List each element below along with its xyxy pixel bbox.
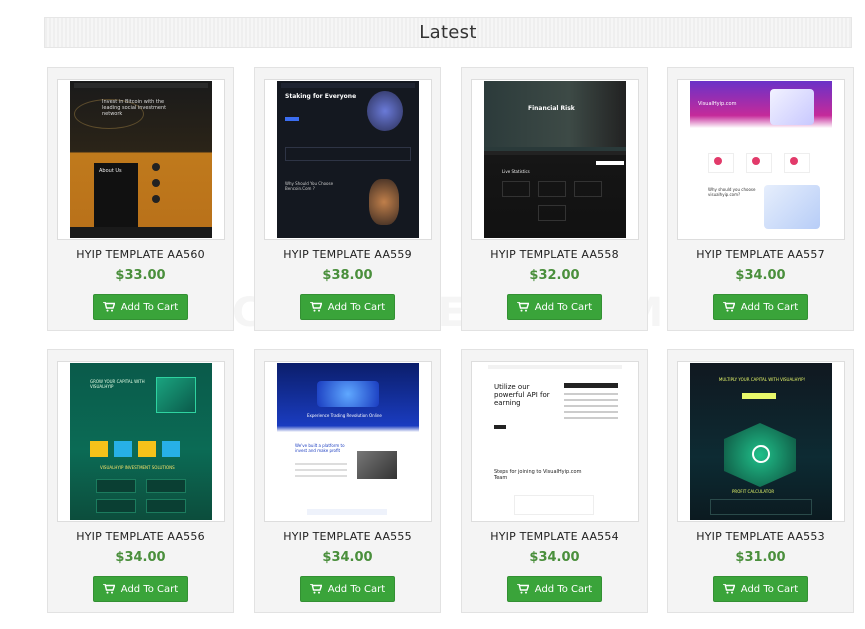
product-name[interactable]: HYIP TEMPLATE AA558 (462, 248, 647, 261)
template-preview-image: VisualHyip.com Why should you choose vis… (690, 81, 832, 238)
product-price: $34.00 (735, 268, 786, 283)
product-name[interactable]: HYIP TEMPLATE AA557 (668, 248, 853, 261)
product-name[interactable]: HYIP TEMPLATE AA555 (255, 530, 440, 543)
product-card-aa557: VisualHyip.com Why should you choose vis… (667, 67, 854, 331)
product-price: $34.00 (322, 550, 373, 565)
template-preview-image: Experience Trading Revolution Online We'… (277, 363, 419, 520)
thumb-subheadline: About Us (99, 168, 122, 174)
shopping-cart-icon (722, 302, 735, 312)
add-to-cart-button[interactable]: Add To Cart (507, 576, 602, 602)
add-to-cart-button[interactable]: Add To Cart (300, 576, 395, 602)
thumb-headline: GROW YOUR CAPITAL WITH VISUALHYIP (90, 379, 145, 389)
product-name[interactable]: HYIP TEMPLATE AA560 (48, 248, 233, 261)
product-price: $38.00 (322, 268, 373, 283)
template-preview-image: MULTIPLY YOUR CAPITAL WITH VISUALHYIP! P… (690, 363, 832, 520)
section-title: Latest (419, 22, 477, 43)
thumb-subheadline: Why should you choose visualhyip.com? (708, 187, 756, 197)
add-to-cart-label: Add To Cart (327, 301, 386, 313)
product-thumbnail[interactable]: Experience Trading Revolution Online We'… (264, 361, 432, 522)
product-name[interactable]: HYIP TEMPLATE AA553 (668, 530, 853, 543)
thumb-headline: VisualHyip.com (698, 101, 737, 107)
product-price: $31.00 (735, 550, 786, 565)
template-preview-image: Staking for Everyone Why Should You Choo… (277, 81, 419, 238)
product-thumbnail[interactable]: Invest in Bitcoin with the leading socia… (57, 79, 225, 240)
product-thumbnail[interactable]: Financial Risk Live Statistics (471, 79, 639, 240)
thumb-headline: Invest in Bitcoin with the leading socia… (102, 99, 167, 117)
thumb-subheadline: Steps for joining to VisualHyip.com Team (494, 469, 582, 481)
product-thumbnail[interactable]: Staking for Everyone Why Should You Choo… (264, 79, 432, 240)
thumb-headline: MULTIPLY YOUR CAPITAL WITH VISUALHYIP! (718, 377, 806, 382)
shopping-cart-icon (102, 302, 115, 312)
product-thumbnail[interactable]: Utilize our powerful API for earning Ste… (471, 361, 639, 522)
product-card-aa554: Utilize our powerful API for earning Ste… (461, 349, 648, 613)
product-card-aa555: Experience Trading Revolution Online We'… (254, 349, 441, 613)
add-to-cart-button[interactable]: Add To Cart (93, 576, 188, 602)
template-preview-image: GROW YOUR CAPITAL WITH VISUALHYIP VISUAL… (70, 363, 212, 520)
shopping-cart-icon (309, 584, 322, 594)
template-preview-image: Utilize our powerful API for earning Ste… (484, 363, 626, 520)
product-price: $32.00 (529, 268, 580, 283)
thumb-subheadline: We've built a platform to invest and mak… (295, 443, 345, 453)
thumb-subheadline: PROFIT CALCULATOR (732, 489, 775, 494)
add-to-cart-label: Add To Cart (740, 301, 799, 313)
add-to-cart-label: Add To Cart (534, 301, 593, 313)
product-name[interactable]: HYIP TEMPLATE AA556 (48, 530, 233, 543)
thumb-headline: Financial Risk (528, 105, 575, 112)
add-to-cart-label: Add To Cart (534, 583, 593, 595)
product-card-aa553: MULTIPLY YOUR CAPITAL WITH VISUALHYIP! P… (667, 349, 854, 613)
product-name[interactable]: HYIP TEMPLATE AA559 (255, 248, 440, 261)
template-preview-image: Invest in Bitcoin with the leading socia… (70, 81, 212, 238)
add-to-cart-label: Add To Cart (327, 583, 386, 595)
thumb-headline: Utilize our powerful API for earning (494, 383, 550, 407)
product-card-aa559: Staking for Everyone Why Should You Choo… (254, 67, 441, 331)
product-card-aa556: GROW YOUR CAPITAL WITH VISUALHYIP VISUAL… (47, 349, 234, 613)
add-to-cart-button[interactable]: Add To Cart (300, 294, 395, 320)
shopping-cart-icon (309, 302, 322, 312)
thumb-headline: Staking for Everyone (285, 93, 357, 100)
template-preview-image: Financial Risk Live Statistics (484, 81, 626, 238)
add-to-cart-button[interactable]: Add To Cart (713, 294, 808, 320)
shopping-cart-icon (722, 584, 735, 594)
add-to-cart-button[interactable]: Add To Cart (93, 294, 188, 320)
section-header: Latest (44, 17, 852, 48)
shopping-cart-icon (102, 584, 115, 594)
shopping-cart-icon (516, 584, 529, 594)
add-to-cart-label: Add To Cart (740, 583, 799, 595)
shopping-cart-icon (516, 302, 529, 312)
product-thumbnail[interactable]: GROW YOUR CAPITAL WITH VISUALHYIP VISUAL… (57, 361, 225, 522)
thumb-subheadline: Live Statistics (502, 169, 530, 174)
thumb-headline: Experience Trading Revolution Online (307, 413, 382, 418)
product-thumbnail[interactable]: VisualHyip.com Why should you choose vis… (677, 79, 845, 240)
product-thumbnail[interactable]: MULTIPLY YOUR CAPITAL WITH VISUALHYIP! P… (677, 361, 845, 522)
product-price: $33.00 (115, 268, 166, 283)
thumb-subheadline: VISUALHYIP INVESTMENT SOLUTIONS (100, 465, 175, 470)
product-price: $34.00 (115, 550, 166, 565)
add-to-cart-button[interactable]: Add To Cart (713, 576, 808, 602)
product-price: $34.00 (529, 550, 580, 565)
add-to-cart-label: Add To Cart (120, 583, 179, 595)
product-card-aa558: Financial Risk Live Statistics HYIP TEMP… (461, 67, 648, 331)
add-to-cart-button[interactable]: Add To Cart (507, 294, 602, 320)
add-to-cart-label: Add To Cart (120, 301, 179, 313)
thumb-subheadline: Why Should You Choose Bencoin.Com ? (285, 181, 334, 191)
product-card-aa560: Invest in Bitcoin with the leading socia… (47, 67, 234, 331)
product-name[interactable]: HYIP TEMPLATE AA554 (462, 530, 647, 543)
